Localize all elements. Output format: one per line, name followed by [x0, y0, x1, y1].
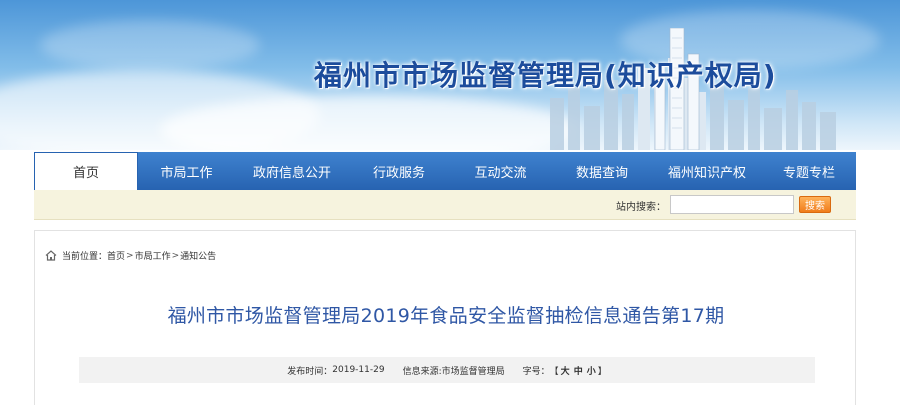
banner-cloud [40, 20, 260, 70]
font-size-medium[interactable]: 中 [572, 364, 585, 377]
font-size-large[interactable]: 大 [559, 364, 572, 377]
site-title: 福州市市场监督管理局(知识产权局) [314, 59, 777, 92]
breadcrumb-home[interactable]: 首页 [107, 249, 125, 262]
main-nav: 首页 市局工作 政府信息公开 行政服务 互动交流 数据查询 福州知识产权 专题专… [34, 152, 856, 190]
source-value: 市场监督管理局 [441, 366, 505, 377]
header-banner: 福州市市场监督管理局(知识产权局) [0, 0, 900, 150]
nav-item-ip[interactable]: 福州知识产权 [652, 152, 762, 190]
search-label: 站内搜索： [616, 202, 666, 213]
site-search-bar: 站内搜索： 搜索 [34, 190, 856, 220]
font-size-bracket-open: 【 [549, 366, 559, 377]
breadcrumb-separator: > [126, 250, 134, 261]
breadcrumb-bureau-work[interactable]: 市局工作 [135, 249, 171, 262]
breadcrumb: 当前位置： 首页 > 市局工作 > 通知公告 [45, 249, 216, 262]
font-size-bracket-close: 】 [597, 366, 607, 377]
search-input[interactable] [670, 195, 794, 214]
breadcrumb-prefix: 当前位置： [62, 252, 108, 262]
breadcrumb-notices[interactable]: 通知公告 [180, 249, 216, 262]
article-title: 福州市市场监督管理局2019年食品安全监督抽检信息通告第17期 [167, 305, 725, 327]
breadcrumb-separator: > [171, 250, 180, 261]
nav-item-topics[interactable]: 专题专栏 [762, 152, 856, 190]
nav-item-gov-info[interactable]: 政府信息公开 [235, 152, 349, 190]
font-size-small[interactable]: 小 [585, 364, 598, 377]
source-label: 信息来源: [402, 366, 442, 377]
publish-time-label: 发布时间： [287, 366, 333, 377]
home-icon [45, 250, 57, 261]
search-button[interactable]: 搜索 [799, 196, 831, 213]
article-panel: 当前位置： 首页 > 市局工作 > 通知公告 福州市市场监督管理局2019年食品… [34, 230, 856, 405]
nav-item-data-query[interactable]: 数据查询 [552, 152, 652, 190]
font-size-label: 字号： [522, 366, 550, 377]
nav-item-admin-service[interactable]: 行政服务 [349, 152, 449, 190]
nav-item-interaction[interactable]: 互动交流 [449, 152, 552, 190]
publish-time-value: 2019-11-29 [332, 365, 385, 375]
article-meta-bar: 发布时间： 2019-11-29 信息来源: 市场监督管理局 字号： 【 大 中… [79, 357, 815, 383]
nav-item-bureau-work[interactable]: 市局工作 [138, 152, 235, 190]
nav-item-home[interactable]: 首页 [34, 152, 138, 190]
